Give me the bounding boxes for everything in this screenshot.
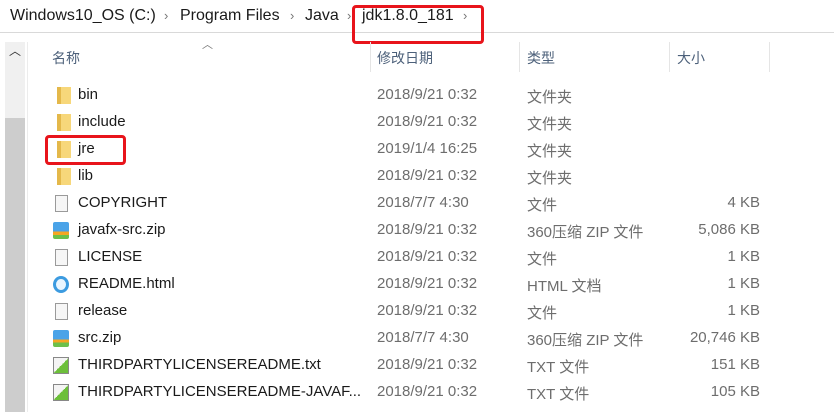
file-size: 1 KB: [727, 302, 760, 319]
file-name: README.html: [78, 275, 175, 292]
file-date: 2018/9/21 0:32: [377, 113, 478, 130]
file-icon: [55, 249, 68, 266]
file-date: 2019/1/4 16:25: [377, 140, 478, 157]
file-type: HTML 文档: [527, 278, 602, 295]
folder-icon: [57, 114, 71, 131]
ie-icon: [53, 276, 69, 293]
column-separator[interactable]: [519, 42, 520, 72]
file-type: 文件: [527, 251, 558, 268]
file-type: 360压缩 ZIP 文件: [527, 332, 644, 349]
txt-icon: [53, 357, 69, 374]
zip-icon: [53, 222, 69, 239]
file-name: THIRDPARTYLICENSEREADME.txt: [78, 356, 321, 373]
sort-ascending-icon: ︿: [202, 39, 213, 51]
file-date: 2018/7/7 4:30: [377, 194, 469, 211]
file-date: 2018/7/7 4:30: [377, 329, 469, 346]
file-date: 2018/9/21 0:32: [377, 167, 478, 184]
breadcrumb-drive[interactable]: Windows10_OS (C:): [10, 7, 156, 25]
file-name: LICENSE: [78, 248, 143, 265]
breadcrumb-java[interactable]: Java: [305, 7, 339, 25]
file-name: bin: [78, 86, 99, 103]
column-header-size[interactable]: 大小: [677, 48, 705, 68]
file-type: 文件夹: [527, 143, 573, 160]
file-size: 20,746 KB: [689, 329, 760, 346]
file-size: 1 KB: [727, 275, 760, 292]
file-name: src.zip: [78, 329, 122, 346]
file-type: 文件夹: [527, 170, 573, 187]
file-name: THIRDPARTYLICENSEREADME-JAVAF...: [78, 383, 362, 400]
file-date: 2018/9/21 0:32: [377, 221, 478, 238]
scroll-up-icon[interactable]: ︿: [9, 42, 21, 59]
folder-icon: [57, 87, 71, 104]
scrollbar-thumb[interactable]: [5, 118, 25, 412]
file-type: 文件: [527, 197, 558, 214]
file-name: lib: [78, 167, 94, 184]
column-header-date[interactable]: 修改日期: [377, 48, 433, 68]
file-row[interactable]: README.html 2018/9/21 0:32 HTML 文档 1 KB: [45, 271, 775, 298]
file-size: 105 KB: [710, 383, 760, 400]
file-size: 4 KB: [727, 194, 760, 211]
file-type: TXT 文件: [527, 359, 590, 376]
file-row[interactable]: LICENSE 2018/9/21 0:32 文件 1 KB: [45, 244, 775, 271]
file-type: 文件: [527, 305, 558, 322]
file-row[interactable]: THIRDPARTYLICENSEREADME.txt 2018/9/21 0:…: [45, 352, 775, 379]
file-row[interactable]: include 2018/9/21 0:32 文件夹: [45, 109, 775, 136]
file-name: javafx-src.zip: [78, 221, 166, 238]
file-name: COPYRIGHT: [78, 194, 168, 211]
column-separator[interactable]: [669, 42, 670, 72]
file-type: 360压缩 ZIP 文件: [527, 224, 644, 241]
column-separator[interactable]: [769, 42, 770, 72]
file-date: 2018/9/21 0:32: [377, 383, 478, 400]
highlight-box-jre: [45, 135, 126, 165]
divider: [27, 42, 28, 412]
file-date: 2018/9/21 0:32: [377, 356, 478, 373]
chevron-right-icon[interactable]: ›: [347, 8, 351, 23]
file-date: 2018/9/21 0:32: [377, 275, 478, 292]
file-name: include: [78, 113, 126, 130]
file-date: 2018/9/21 0:32: [377, 302, 478, 319]
file-size: 1 KB: [727, 248, 760, 265]
file-type: TXT 文件: [527, 386, 590, 403]
file-date: 2018/9/21 0:32: [377, 86, 478, 103]
file-icon: [55, 195, 68, 212]
file-row[interactable]: COPYRIGHT 2018/7/7 4:30 文件 4 KB: [45, 190, 775, 217]
chevron-right-icon[interactable]: ›: [164, 8, 168, 23]
file-type: 文件夹: [527, 116, 573, 133]
column-header-name[interactable]: 名称: [52, 48, 80, 68]
file-row[interactable]: javafx-src.zip 2018/9/21 0:32 360压缩 ZIP …: [45, 217, 775, 244]
chevron-right-icon[interactable]: ›: [290, 8, 294, 23]
file-row[interactable]: lib 2018/9/21 0:32 文件夹: [45, 163, 775, 190]
file-row[interactable]: jre 2019/1/4 16:25 文件夹: [45, 136, 775, 163]
column-header-type[interactable]: 类型: [527, 48, 555, 68]
file-date: 2018/9/21 0:32: [377, 248, 478, 265]
file-type: 文件夹: [527, 89, 573, 106]
file-row[interactable]: release 2018/9/21 0:32 文件 1 KB: [45, 298, 775, 325]
zip-icon: [53, 330, 69, 347]
column-separator[interactable]: [370, 42, 371, 72]
file-size: 151 KB: [710, 356, 760, 373]
file-row[interactable]: src.zip 2018/7/7 4:30 360压缩 ZIP 文件 20,74…: [45, 325, 775, 352]
folder-icon: [57, 168, 71, 185]
file-name: release: [78, 302, 128, 319]
file-row[interactable]: THIRDPARTYLICENSEREADME-JAVAF... 2018/9/…: [45, 379, 775, 406]
file-icon: [55, 303, 68, 320]
file-size: 5,086 KB: [698, 221, 760, 238]
txt-icon: [53, 384, 69, 401]
highlight-box-breadcrumb: [352, 5, 484, 44]
breadcrumb-program-files[interactable]: Program Files: [180, 7, 280, 25]
file-row[interactable]: bin 2018/9/21 0:32 文件夹: [45, 82, 775, 109]
